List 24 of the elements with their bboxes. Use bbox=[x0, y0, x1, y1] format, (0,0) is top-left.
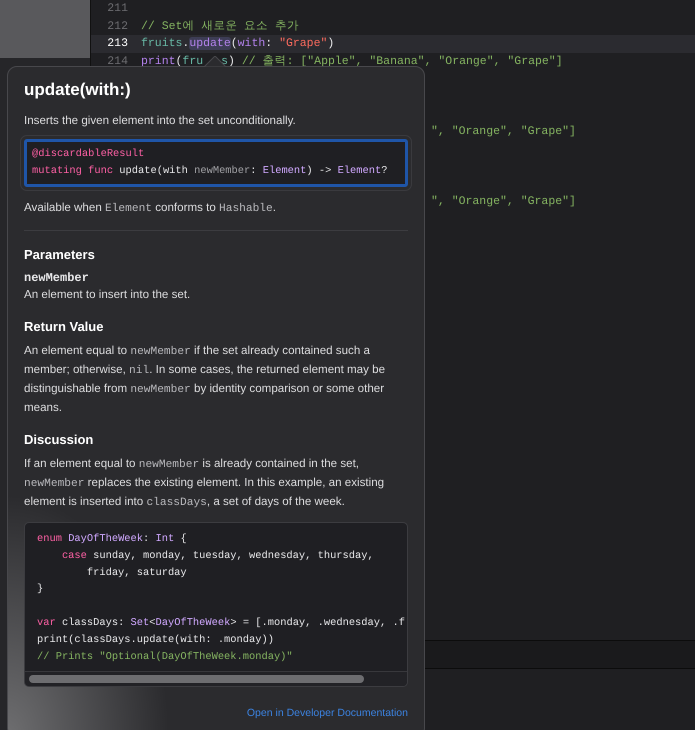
code-line: ", "Orange", "Grape"] bbox=[431, 194, 576, 208]
code-line: ", "Orange", "Grape"] bbox=[431, 124, 576, 138]
code-text: fruits.update(with: "Grape") bbox=[141, 37, 334, 50]
symbol-title: update(with:) bbox=[24, 80, 132, 100]
documentation-link[interactable]: Open in Developer Documentation bbox=[246, 707, 408, 720]
summary-text: Inserts the given element into the set unconditionally. bbox=[24, 113, 297, 129]
code-text: s) // 출력: ["Apple", "Banana", "Orange", "Grape"] bbox=[221, 54, 563, 68]
section-text: An element equal to newMember if the set already contained such a member; otherwise, nil. In some cases, the returned element may be distinguishable from newMember by identity comparison or some other means. bbox=[24, 343, 386, 416]
availability-text: Available when Element conforms to Hashable. bbox=[24, 200, 277, 217]
code-text: print(fru bbox=[141, 54, 204, 68]
section-text: If an element equal to newMember is already contained in the set, newMember replaces the existing element. In this example, an existing element is inserted into classDays, a set of days of the week. bbox=[24, 456, 386, 511]
scrollbar[interactable] bbox=[25, 671, 407, 686]
code-text: // Set에 새로운 요소 추가 bbox=[141, 20, 300, 32]
parameter-description: An element to insert into the set. bbox=[24, 287, 192, 303]
scrollbar-thumb[interactable] bbox=[29, 675, 364, 684]
line-number: 214 bbox=[106, 54, 128, 70]
line-number: 212 bbox=[106, 18, 128, 34]
line-number: 211 bbox=[106, 1, 128, 17]
code-example: enum DayOfTheWeek: Int { case sunday, monday, tuesday, wednesday, thursday, friday, saturday } var classDays: Set<DayOfTheWeek> = [.monday, .wednesday, .f print(classDays.update(with: .monday)) // Prints "Optional(DayOfTheWeek.monday)" bbox=[24, 522, 408, 688]
section-heading: Discussion bbox=[24, 432, 94, 447]
section-heading: Return Value bbox=[24, 319, 104, 334]
line-number: 213 bbox=[106, 36, 128, 52]
section-heading: Parameters bbox=[24, 247, 96, 262]
parameter-name: newMember bbox=[24, 270, 90, 286]
